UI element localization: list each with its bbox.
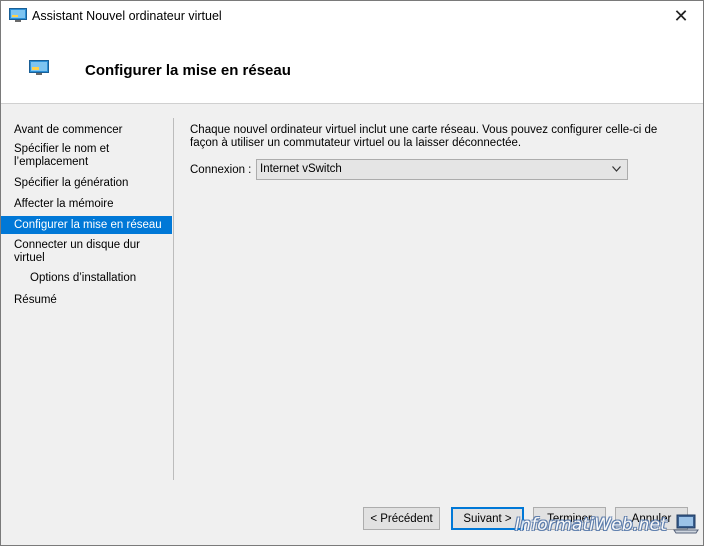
close-icon: ✕ [673,6,689,26]
connection-label: Connexion : [190,164,252,176]
nav-item-label: Options d’installation [30,272,137,284]
window-title: Assistant Nouvel ordinateur virtuel [32,9,222,23]
vm-window-icon [9,8,27,22]
nav-item-label: Connecter un disque dur virtuel [14,239,140,264]
chevron-down-icon [612,166,621,172]
wizard-window: Assistant Nouvel ordinateur virtuel ✕ Co… [0,0,704,546]
nav-item-installation-options[interactable]: Options d’installation [1,272,172,285]
nav-item-virtual-disk[interactable]: Connecter un disque dur virtuel [1,239,172,265]
page-title: Configurer la mise en réseau [85,62,291,79]
laptop-icon [673,514,699,534]
networking-panel: Chaque nouvel ordinateur virtuel inclut … [190,124,690,180]
wizard-steps-nav: Avant de commencer Spécifier le nom et l… [1,118,173,480]
vm-window-icon [29,60,49,75]
connection-dropdown[interactable]: Internet vSwitch [256,159,628,180]
next-button-label: Suivant > [463,512,512,525]
connection-value: Internet vSwitch [260,163,342,175]
networking-description: Chaque nouvel ordinateur virtuel inclut … [190,124,658,149]
nav-item-label: Configurer la mise en réseau [14,219,162,231]
wizard-body: Avant de commencer Spécifier le nom et l… [1,103,703,489]
nav-item-label: Avant de commencer [14,124,123,136]
wizard-header: Configurer la mise en réseau [1,32,703,102]
nav-item-networking[interactable]: Configurer la mise en réseau [1,216,172,234]
watermark-logo: InformatiWeb.net [514,515,667,535]
nav-item-summary[interactable]: Résumé [1,294,172,307]
nav-item-before-you-begin[interactable]: Avant de commencer [1,124,172,137]
next-button[interactable]: Suivant > [451,507,524,530]
nav-item-label: Affecter la mémoire [14,198,114,210]
nav-item-generation[interactable]: Spécifier la génération [1,177,172,190]
wizard-footer: < Précédent Suivant > Terminer Annuler I… [1,489,703,545]
connection-row: Connexion : Internet vSwitch [190,159,630,181]
close-button[interactable]: ✕ [659,1,703,32]
nav-item-name-location[interactable]: Spécifier le nom et l’emplacement [1,143,172,169]
previous-button[interactable]: < Précédent [363,507,440,530]
nav-divider [173,118,174,480]
nav-item-label: Résumé [14,294,57,306]
nav-item-label: Spécifier la génération [14,177,129,189]
nav-item-label: Spécifier le nom et l’emplacement [14,143,110,168]
previous-button-label: < Précédent [370,512,433,525]
title-bar[interactable]: Assistant Nouvel ordinateur virtuel ✕ [1,1,703,32]
nav-item-memory[interactable]: Affecter la mémoire [1,198,172,211]
